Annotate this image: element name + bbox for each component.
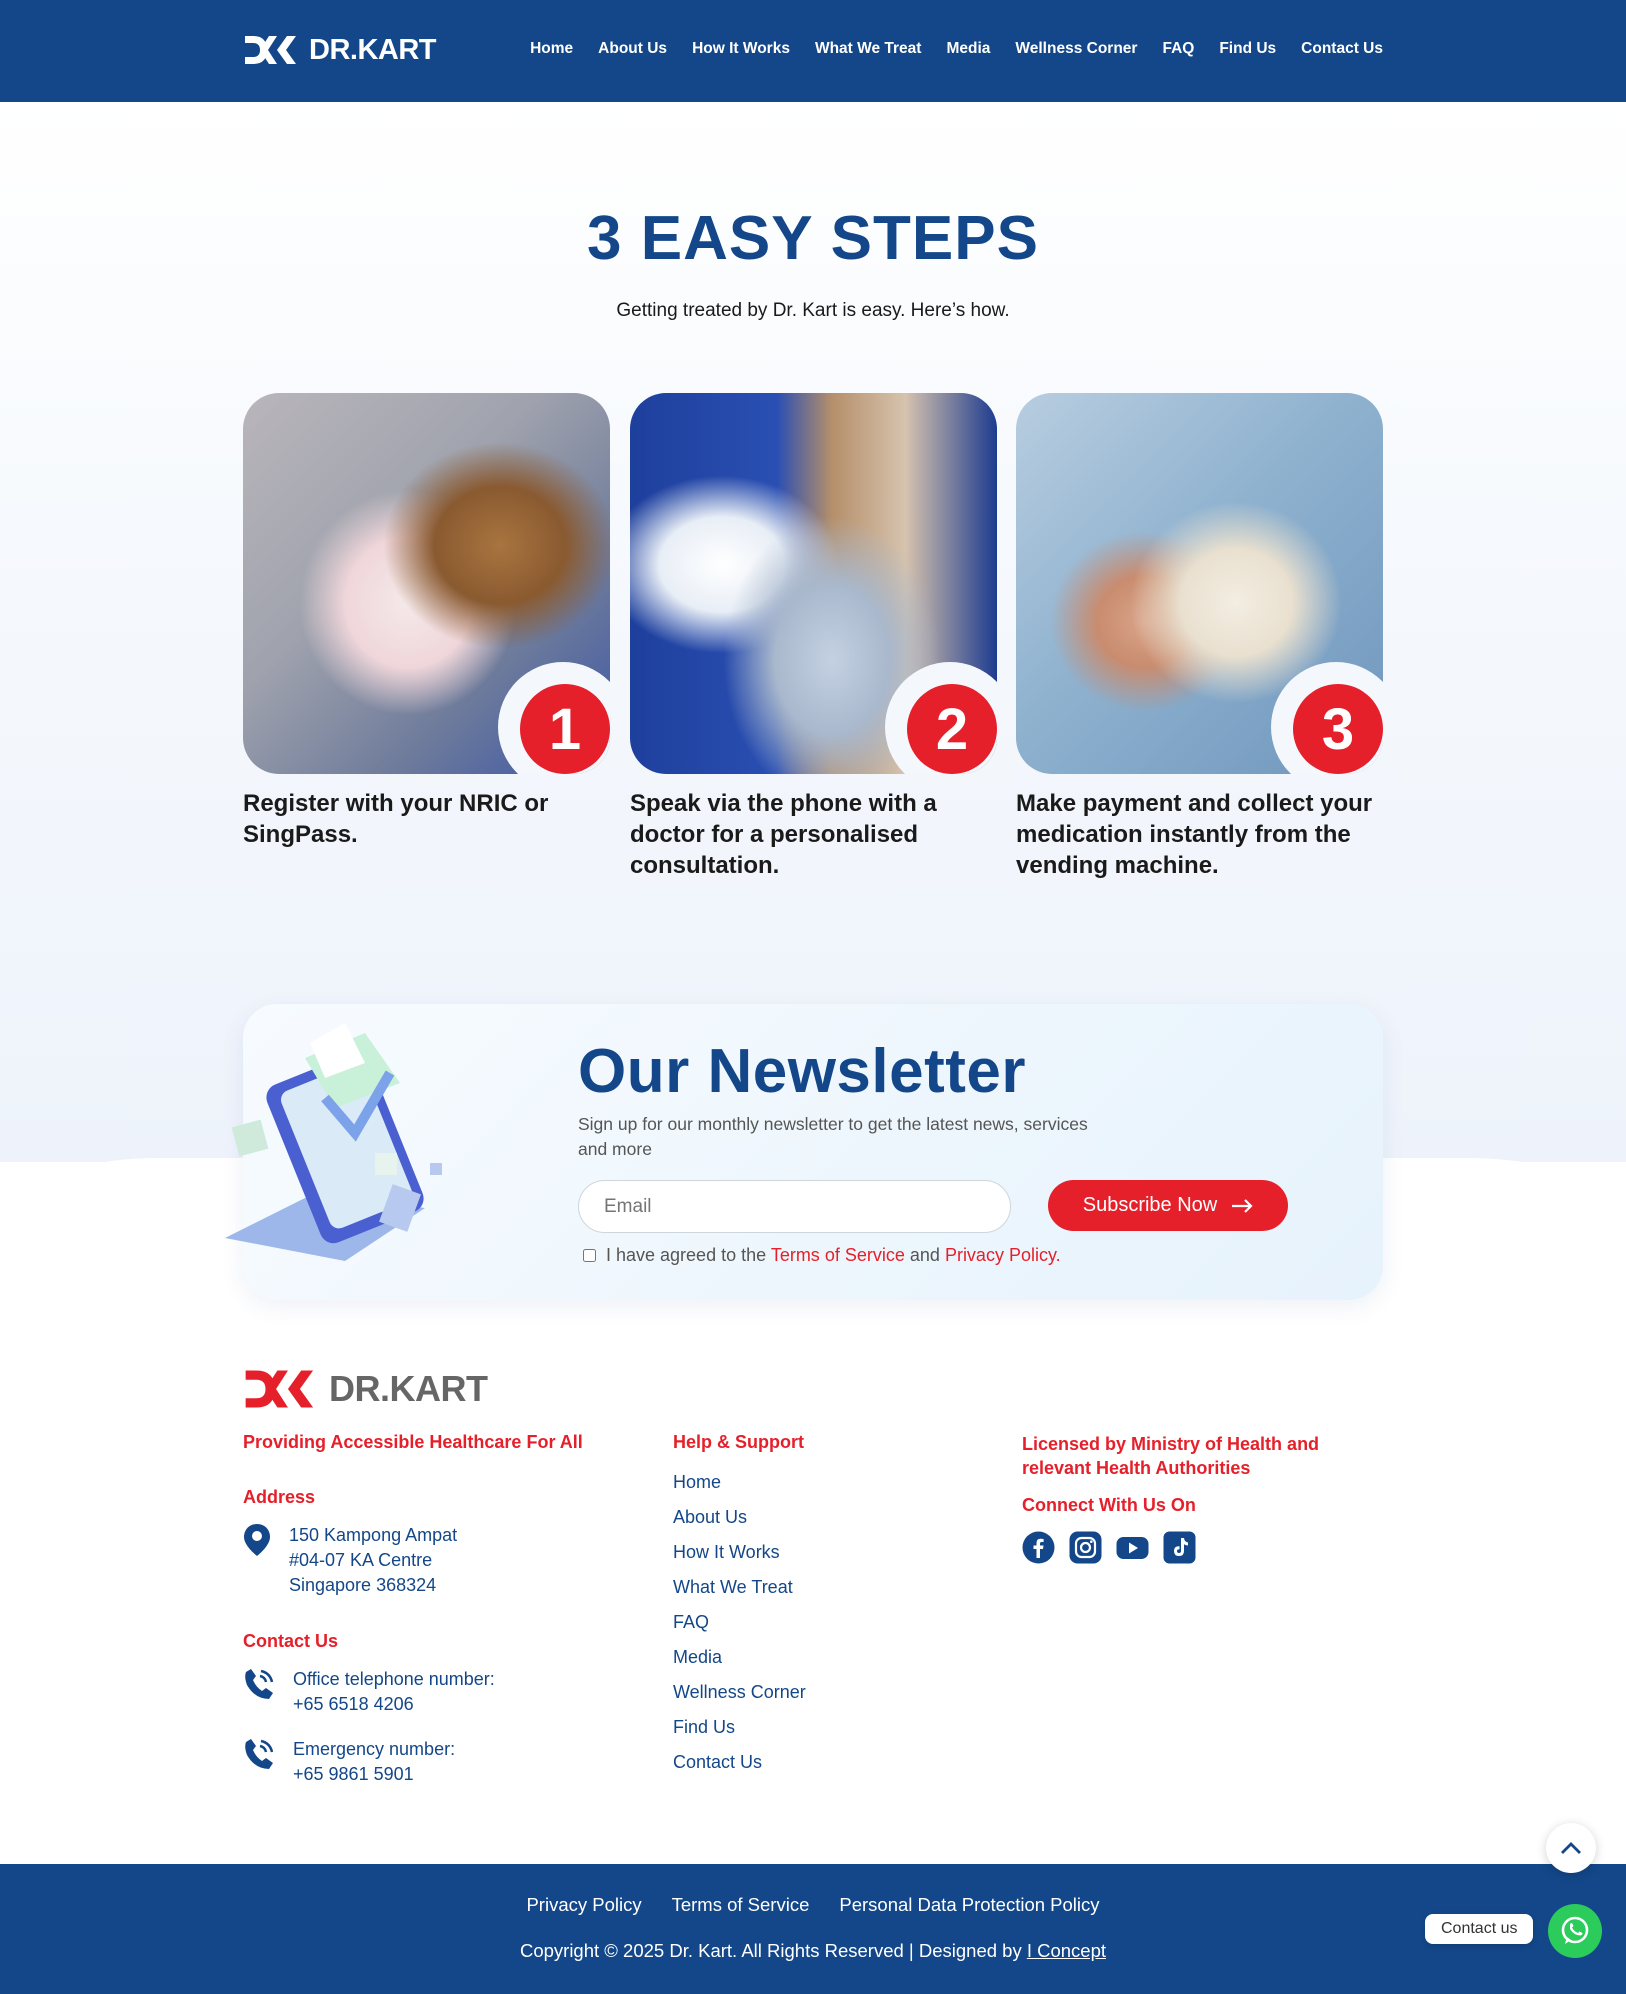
step-number-badge: 3: [1293, 684, 1383, 774]
social-icons: [1022, 1531, 1196, 1564]
step-3-image: 3: [1016, 393, 1383, 774]
chevron-up-icon: [1561, 1842, 1581, 1854]
office-phone-label: Office telephone number:: [293, 1669, 495, 1689]
contact-heading: Contact Us: [243, 1631, 339, 1651]
header-logo[interactable]: DR.KART: [243, 33, 437, 67]
pdpa-link[interactable]: Personal Data Protection Policy: [839, 1894, 1099, 1916]
nav-media[interactable]: Media: [946, 40, 990, 58]
dr-kart-logo-icon: [245, 36, 296, 64]
whatsapp-button[interactable]: [1548, 1904, 1602, 1958]
tiktok-icon[interactable]: [1163, 1531, 1196, 1564]
address-line-3: Singapore 368324: [289, 1575, 437, 1595]
nav-what-we-treat[interactable]: What We Treat: [815, 40, 922, 58]
step-1-text: Register with your NRIC or SingPass.: [243, 790, 549, 848]
nav-faq[interactable]: FAQ: [1162, 40, 1194, 58]
email-input[interactable]: [578, 1180, 1011, 1233]
scroll-to-top-button[interactable]: [1546, 1823, 1596, 1873]
step-card-3: 3 Make payment and collect your medicati…: [1016, 393, 1383, 881]
step-number-badge: 1: [520, 684, 610, 774]
nav-how-it-works[interactable]: How It Works: [692, 40, 790, 58]
step-2-text: Speak via the phone with a doctor for a …: [630, 790, 937, 879]
agree-row: I have agreed to the Terms of Service an…: [583, 1245, 1061, 1266]
subscribe-button[interactable]: Subscribe Now: [1048, 1180, 1288, 1231]
agree-checkbox[interactable]: [583, 1249, 596, 1262]
arrow-right-icon: [1232, 1198, 1253, 1213]
privacy-policy-link[interactable]: Privacy Policy: [526, 1894, 641, 1916]
newsletter-title: Our Newsletter: [578, 1037, 1027, 1106]
emergency-number[interactable]: +65 9861 5901: [293, 1762, 455, 1787]
footer-link-faq[interactable]: FAQ: [673, 1610, 806, 1645]
nav-find-us[interactable]: Find Us: [1219, 40, 1276, 58]
subscribe-label: Subscribe Now: [1082, 1194, 1218, 1216]
steps-title: 3 EASY STEPS: [587, 204, 1039, 273]
footer-link-media[interactable]: Media: [673, 1645, 806, 1680]
nav-home[interactable]: Home: [530, 40, 573, 58]
contact-us-label[interactable]: Contact us: [1425, 1914, 1534, 1944]
nav-wellness-corner[interactable]: Wellness Corner: [1015, 40, 1137, 58]
licensed-text: Licensed by Ministry of Health and relev…: [1022, 1434, 1320, 1478]
office-phone-number[interactable]: +65 6518 4206: [293, 1692, 495, 1717]
address-line-1: 150 Kampong Ampat: [289, 1525, 458, 1545]
help-heading: Help & Support: [673, 1432, 804, 1452]
nav-about-us[interactable]: About Us: [598, 40, 667, 58]
youtube-icon[interactable]: [1116, 1531, 1149, 1564]
footer-link-how-it-works[interactable]: How It Works: [673, 1540, 806, 1575]
footer-tagline: Providing Accessible Healthcare For All: [243, 1432, 583, 1452]
steps-subtitle: Getting treated by Dr. Kart is easy. Her…: [616, 300, 1010, 321]
bottom-bar: Privacy Policy Terms of Service Personal…: [0, 1864, 1626, 1994]
footer-link-wellness-corner[interactable]: Wellness Corner: [673, 1680, 806, 1715]
instagram-icon[interactable]: [1069, 1531, 1102, 1564]
office-phone-block: Office telephone number: +65 6518 4206: [243, 1667, 495, 1717]
newsletter-subtitle: Sign up for our monthly newsletter to ge…: [578, 1114, 1088, 1159]
legal-links: Privacy Policy Terms of Service Personal…: [0, 1894, 1626, 1916]
terms-link[interactable]: Terms of Service: [771, 1245, 905, 1265]
logo-text: DR.KART: [309, 33, 437, 66]
newsletter-illustration: [225, 1023, 442, 1261]
footer-link-contact-us[interactable]: Contact Us: [673, 1750, 806, 1785]
footer-logo[interactable]: DR.KART: [243, 1366, 488, 1412]
facebook-icon[interactable]: [1022, 1531, 1055, 1564]
step-3-text: Make payment and collect your medication…: [1016, 790, 1373, 879]
step-card-2: 2 Speak via the phone with a doctor for …: [630, 393, 997, 881]
step-card-1: 1 Register with your NRIC or SingPass.: [243, 393, 610, 850]
terms-of-service-link[interactable]: Terms of Service: [672, 1894, 810, 1916]
step-number-badge: 2: [907, 684, 997, 774]
footer-link-home[interactable]: Home: [673, 1470, 806, 1505]
address-block: 150 Kampong Ampat #04-07 KA Centre Singa…: [243, 1523, 457, 1598]
address-heading: Address: [243, 1487, 316, 1507]
whatsapp-icon: [1561, 1916, 1589, 1944]
footer-link-about-us[interactable]: About Us: [673, 1505, 806, 1540]
footer-link-what-we-treat[interactable]: What We Treat: [673, 1575, 806, 1610]
step-2-image: 2: [630, 393, 997, 774]
footer-link-find-us[interactable]: Find Us: [673, 1715, 806, 1750]
location-pin-icon: [244, 1524, 270, 1556]
nav-contact-us[interactable]: Contact Us: [1301, 40, 1383, 58]
connect-heading: Connect With Us On: [1022, 1495, 1196, 1515]
main-nav: Home About Us How It Works What We Treat…: [530, 40, 1383, 58]
privacy-link[interactable]: Privacy Policy: [945, 1245, 1056, 1265]
footer-logo-text: DR.KART: [329, 1368, 488, 1409]
site-header: DR.KART Home About Us How It Works What …: [0, 0, 1626, 102]
phone-icon: [245, 1669, 274, 1699]
copyright: Copyright © 2025 Dr. Kart. All Rights Re…: [519, 1940, 1107, 1961]
phone-icon: [245, 1739, 274, 1769]
step-1-image: 1: [243, 393, 610, 774]
designer-link[interactable]: I Concept: [1027, 1940, 1106, 1961]
address-line-2: #04-07 KA Centre: [289, 1550, 433, 1570]
help-links: Home About Us How It Works What We Treat…: [673, 1470, 806, 1785]
emergency-phone-block: Emergency number: +65 9861 5901: [243, 1737, 455, 1787]
agree-text: I have agreed to the Terms of Service an…: [606, 1245, 1061, 1265]
emergency-label: Emergency number:: [293, 1739, 456, 1759]
dr-kart-logo-icon: [245, 1370, 314, 1408]
